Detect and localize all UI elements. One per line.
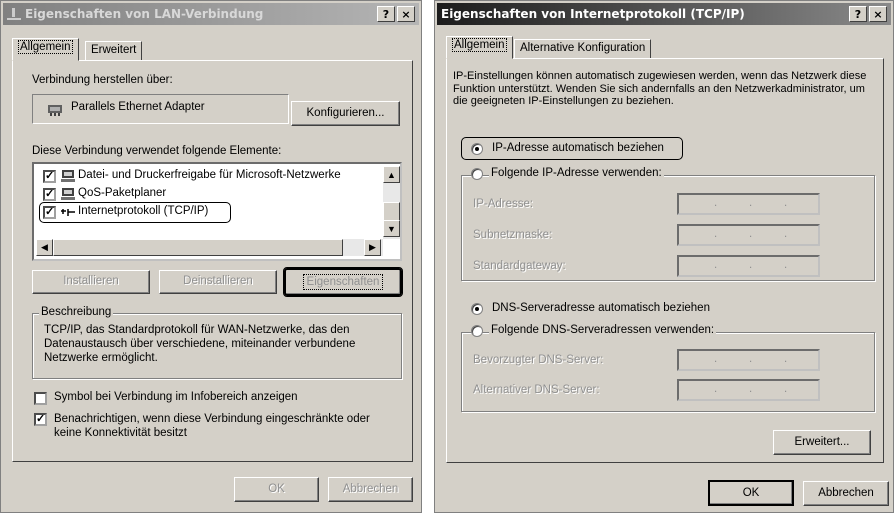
tab-allgemein[interactable]: Allgemein: [446, 36, 513, 59]
service-icon: [61, 188, 75, 200]
dns-auto-radio[interactable]: [471, 303, 483, 315]
tab-alternative-konfiguration[interactable]: Alternative Konfiguration: [514, 39, 652, 59]
tcpip-properties-dialog: Eigenschaften von Internetprotokoll (TCP…: [434, 0, 894, 513]
properties-button-label: Eigenschaften: [302, 274, 384, 290]
ip-address-field[interactable]: ...: [677, 193, 820, 215]
horizontal-scrollbar-thumb[interactable]: [53, 239, 343, 256]
dns-preferred-field[interactable]: ...: [677, 349, 820, 371]
ip-dot: .: [749, 353, 753, 365]
ip-auto-radio[interactable]: [471, 143, 483, 155]
ip-manual-radio[interactable]: [471, 168, 483, 180]
tcpip-ok-button[interactable]: OK: [708, 480, 794, 506]
tab-allgemein-label: Allgemein: [18, 40, 73, 54]
intro-text: IP-Einstellungen können automatisch zuge…: [453, 70, 867, 107]
ip-dot: .: [749, 259, 753, 271]
scroll-right-button[interactable]: ▶: [364, 239, 381, 256]
service-icon: [61, 170, 75, 182]
item-checkbox-file-sharing[interactable]: ✓: [43, 170, 56, 183]
gateway-label: Standardgateway:: [473, 260, 566, 272]
tcpip-ok-label: OK: [742, 487, 760, 499]
tab-alternative-label: Alternative Konfiguration: [520, 42, 646, 54]
configure-button[interactable]: Konfigurieren...: [291, 101, 400, 126]
close-button[interactable]: ×: [869, 6, 887, 22]
adapter-name: Parallels Ethernet Adapter: [71, 101, 205, 113]
ip-manual-label[interactable]: Folgende IP-Adresse verwenden:: [489, 167, 664, 179]
elements-label: Diese Verbindung verwendet folgende Elem…: [32, 145, 282, 157]
notify-checkbox[interactable]: ✓: [34, 413, 47, 426]
ip-auto-label[interactable]: IP-Adresse automatisch beziehen: [492, 142, 664, 154]
description-text: TCP/IP, das Standardprotokoll für WAN-Ne…: [44, 324, 356, 364]
help-button[interactable]: ?: [377, 6, 395, 22]
item-qos-label[interactable]: QoS-Paketplaner: [78, 187, 166, 199]
ip-dot: .: [714, 197, 718, 209]
network-adapter-icon: [48, 105, 62, 116]
tab-allgemein-label: Allgemein: [452, 38, 507, 52]
show-icon-label[interactable]: Symbol bei Verbindung im Infobereich anz…: [54, 391, 298, 403]
close-button[interactable]: ×: [397, 6, 415, 22]
scroll-up-button[interactable]: ▲: [383, 166, 400, 183]
lan-ok-button[interactable]: OK: [234, 477, 319, 502]
advanced-button[interactable]: Erweitert...: [773, 430, 871, 455]
ip-dot: .: [784, 228, 788, 240]
ip-dot: .: [749, 228, 753, 240]
lan-dialog-title: Eigenschaften von LAN-Verbindung: [25, 7, 264, 21]
description-group-label: Beschreibung: [39, 306, 114, 318]
lan-dialog-titlebar[interactable]: Eigenschaften von LAN-Verbindung ? ×: [3, 3, 419, 25]
tcpip-dialog-title: Eigenschaften von Internetprotokoll (TCP…: [441, 7, 745, 21]
item-file-sharing-label[interactable]: Datei- und Druckerfreigabe für Microsoft…: [78, 169, 341, 181]
ip-dot: .: [714, 259, 718, 271]
subnet-field[interactable]: ...: [677, 224, 820, 246]
uninstall-button[interactable]: Deinstallieren: [159, 270, 277, 294]
scroll-down-button[interactable]: ▼: [383, 220, 400, 237]
ip-dot: .: [784, 197, 788, 209]
ip-dot: .: [784, 383, 788, 395]
adapter-box: Parallels Ethernet Adapter: [32, 94, 289, 124]
tcpip-general-panel: IP-Einstellungen können automatisch zuge…: [446, 58, 884, 463]
tcpip-dialog-titlebar[interactable]: Eigenschaften von Internetprotokoll (TCP…: [437, 3, 891, 25]
ip-dot: .: [749, 383, 753, 395]
tcpip-cancel-button[interactable]: Abbrechen: [803, 481, 889, 506]
ip-address-label: IP-Adresse:: [473, 198, 534, 210]
dns-auto-label[interactable]: DNS-Serveradresse automatisch beziehen: [492, 302, 710, 314]
scroll-left-button[interactable]: ◀: [36, 239, 53, 256]
tcpip-highlight: [39, 202, 231, 223]
help-button[interactable]: ?: [849, 6, 867, 22]
lan-general-panel: Verbindung herstellen über: Parallels Et…: [12, 60, 413, 462]
tab-erweitert[interactable]: Erweitert: [85, 41, 143, 61]
ip-dot: .: [714, 228, 718, 240]
ip-dot: .: [749, 197, 753, 209]
lan-properties-dialog: Eigenschaften von LAN-Verbindung ? × All…: [0, 0, 422, 513]
notify-label[interactable]: Benachrichtigen, wenn diese Verbindung e…: [54, 412, 399, 440]
components-list[interactable]: ✓ Datei- und Druckerfreigabe für Microso…: [32, 162, 402, 261]
ip-dot: .: [714, 383, 718, 395]
item-checkbox-qos[interactable]: ✓: [43, 188, 56, 201]
ip-dot: .: [784, 259, 788, 271]
dns-alternate-field[interactable]: ...: [677, 379, 820, 401]
connect-via-label: Verbindung herstellen über:: [32, 74, 173, 86]
ip-dot: .: [714, 353, 718, 365]
tab-allgemein[interactable]: Allgemein: [12, 38, 79, 61]
install-button[interactable]: Installieren: [32, 270, 150, 294]
lan-cancel-button[interactable]: Abbrechen: [328, 477, 413, 502]
dns-manual-radio[interactable]: [471, 325, 483, 337]
properties-button[interactable]: Eigenschaften: [283, 267, 403, 297]
subnet-label: Subnetzmaske:: [473, 229, 553, 241]
dns-manual-label[interactable]: Folgende DNS-Serveradressen verwenden:: [489, 324, 717, 336]
gateway-field[interactable]: ...: [677, 255, 820, 277]
dns-alternate-label: Alternativer DNS-Server:: [473, 384, 600, 396]
network-connection-icon: [7, 8, 21, 20]
show-icon-checkbox[interactable]: [34, 392, 47, 405]
dns-preferred-label: Bevorzugter DNS-Server:: [473, 354, 604, 366]
tab-erweitert-label: Erweitert: [91, 44, 137, 56]
ip-dot: .: [784, 353, 788, 365]
